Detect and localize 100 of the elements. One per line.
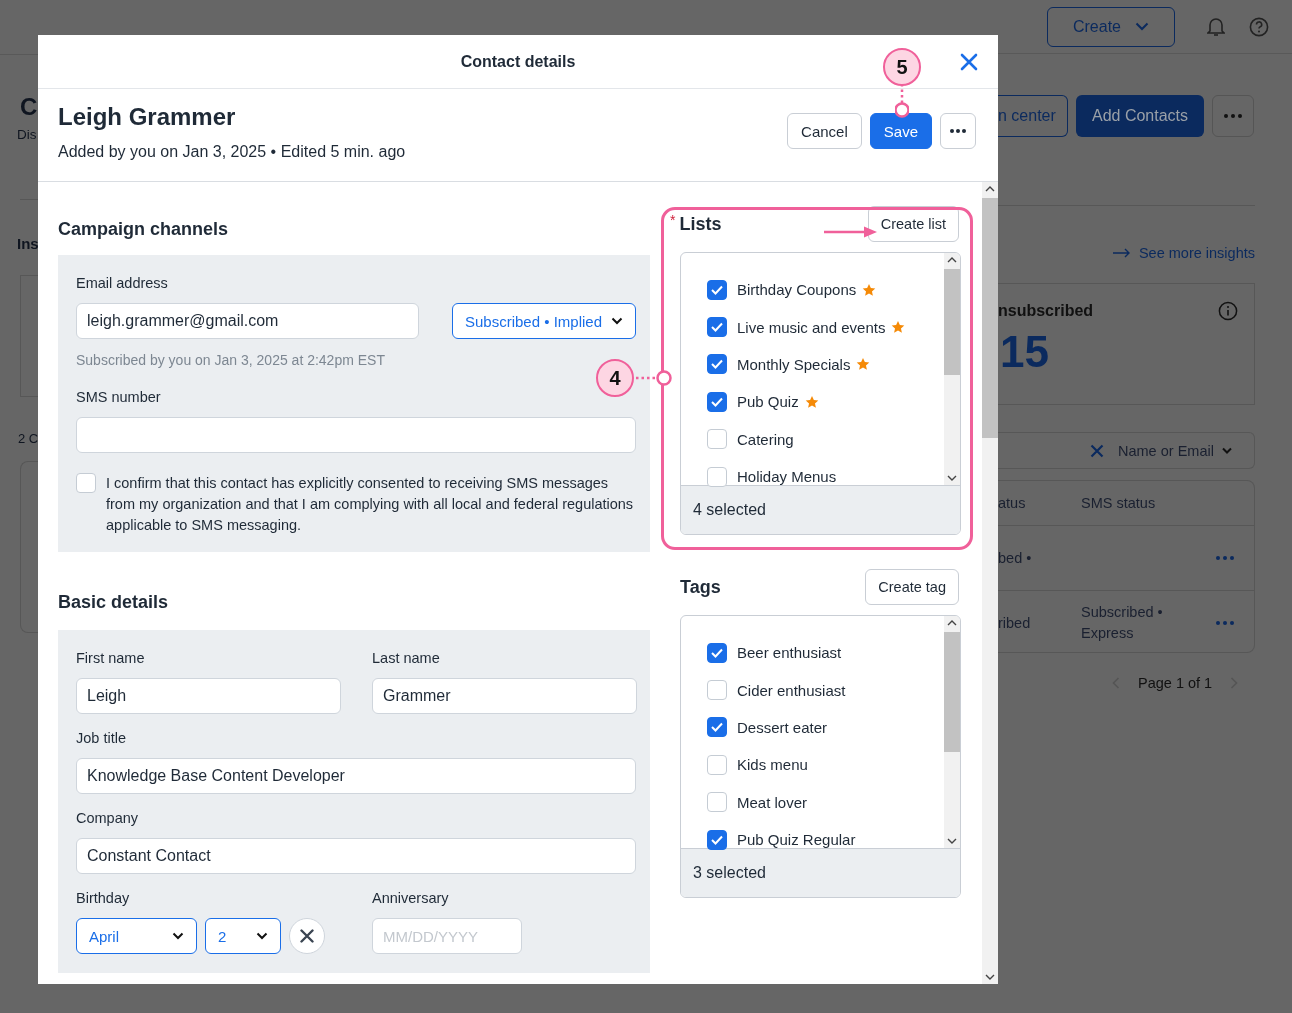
bell-icon[interactable] (1207, 16, 1225, 37)
close-icon (300, 929, 314, 943)
list-checkbox[interactable] (707, 391, 727, 412)
tag-checkbox[interactable] (707, 642, 727, 663)
list-name: Monthly Specials (737, 355, 851, 373)
anniversary-field[interactable]: MM/DD/YYYY (372, 918, 522, 954)
field-label: Last name (372, 650, 441, 668)
more-icon (950, 129, 966, 133)
save-button[interactable]: Save (869, 113, 932, 149)
clear-icon[interactable] (1090, 443, 1104, 458)
list-name: Holiday Menus (737, 468, 837, 486)
chevron-up-icon (985, 186, 995, 192)
column-header: atus (998, 495, 1027, 511)
scrollbar[interactable] (944, 253, 960, 485)
more-icon (1224, 114, 1242, 118)
list-name: Live music and events (737, 318, 886, 336)
tag-name: Cider enthusiast (737, 681, 846, 699)
consent-checkbox[interactable] (76, 473, 96, 493)
lists-heading: Lists (679, 213, 722, 235)
field-label: Birthday (76, 890, 131, 908)
list-name: Pub Quiz (737, 393, 799, 411)
chevron-down-icon (172, 932, 184, 940)
status-dropdown[interactable]: Subscribed • Implied (452, 303, 636, 339)
tag-checkbox[interactable] (707, 829, 727, 850)
tags-heading: Tags (680, 576, 721, 598)
tag-name: Meat lover (737, 793, 808, 811)
day-dropdown[interactable]: 2 (205, 918, 281, 954)
check-icon (711, 322, 723, 333)
check-icon (711, 396, 723, 407)
chevron-down-icon (611, 317, 623, 325)
page-title: C (20, 93, 38, 121)
search-bar[interactable]: Name or Email (998, 432, 1255, 469)
section-title: Ins (17, 235, 38, 254)
selection-count: 3 selected (681, 848, 960, 897)
tag-checkbox[interactable] (707, 754, 727, 775)
arrow-right-icon (1112, 248, 1131, 258)
selection-count: 4 selected (681, 485, 960, 534)
tag-checkbox[interactable] (707, 792, 727, 813)
tag-name: Beer enthusiast (737, 644, 842, 662)
company-field[interactable]: Constant Contact (76, 838, 636, 874)
create-list-button[interactable]: Create list (867, 206, 959, 242)
field-label: First name (76, 650, 146, 668)
close-icon[interactable] (960, 53, 978, 71)
add-contacts-button[interactable]: Add Contacts (1076, 95, 1204, 137)
list-checkbox[interactable] (707, 317, 727, 338)
contact-name: Leigh Grammer (58, 103, 237, 131)
section-heading: Basic details (58, 592, 170, 614)
filter-dropdown[interactable]: Name or Email (1118, 442, 1214, 459)
info-icon[interactable] (1218, 301, 1238, 321)
last-name-field[interactable]: Grammer (372, 678, 637, 714)
list-checkbox[interactable] (707, 429, 727, 450)
table-cell-text: ribed (998, 615, 1032, 631)
sms-field[interactable] (76, 417, 636, 453)
list-checkbox[interactable] (707, 279, 727, 300)
check-icon (711, 834, 723, 845)
help-icon[interactable] (1249, 16, 1269, 37)
list-name: Birthday Coupons (737, 281, 857, 299)
list-checkbox[interactable] (707, 466, 727, 487)
more-icon[interactable] (1216, 556, 1234, 560)
check-icon (711, 284, 723, 295)
page-subtitle: Dis (17, 127, 38, 144)
tag-name: Dessert eater (737, 718, 828, 736)
step-badge: 5 (883, 48, 921, 86)
contact-meta: Added by you on Jan 3, 2025 • Edited 5 min. ago (58, 143, 406, 161)
scrollbar[interactable] (944, 616, 960, 848)
list-name: Catering (737, 430, 794, 448)
consent-text: I confirm that this contact has explicitly consented to receiving SMS messages from my organization and that I am complying with all local and federal regulations applicable to SMS messaging. (106, 474, 635, 535)
leader-line (636, 370, 672, 386)
table-cell-text: bed • (998, 550, 1033, 566)
cancel-button[interactable]: Cancel (787, 113, 862, 149)
chevron-up-icon (947, 257, 957, 263)
field-label: Anniversary (372, 890, 450, 908)
tag-checkbox[interactable] (707, 680, 727, 701)
create-tag-button[interactable]: Create tag (865, 569, 959, 605)
chevron-down-icon (256, 932, 268, 940)
tag-checkbox[interactable] (707, 717, 727, 738)
tag-name: Pub Quiz Regular (737, 831, 856, 849)
column-header: SMS status (1081, 493, 1157, 513)
required-mark: * (670, 212, 676, 228)
field-label: Email address (76, 275, 169, 293)
first-name-field[interactable]: Leigh (76, 678, 341, 714)
stat-value: 15 (1000, 327, 1049, 378)
check-icon (711, 647, 723, 658)
email-field[interactable]: leigh.grammer@gmail.com (76, 303, 419, 339)
month-dropdown[interactable]: April (76, 918, 197, 954)
field-label: SMS number (76, 389, 162, 407)
page-indicator: Page 1 of 1 (1138, 675, 1213, 691)
chevron-up-icon (947, 620, 957, 626)
field-label: Job title (76, 730, 127, 748)
list-checkbox[interactable] (707, 354, 727, 375)
dialog-title: Contact details (460, 52, 576, 71)
clear-button[interactable] (289, 918, 325, 954)
arrow (824, 226, 878, 238)
job-title-field[interactable]: Knowledge Base Content Developer (76, 758, 636, 794)
more-icon[interactable] (1216, 621, 1234, 625)
subscription-note: Subscribed by you on Jan 3, 2025 at 2:42pm EST (76, 352, 386, 368)
scrollbar[interactable] (982, 182, 998, 984)
check-icon (711, 359, 723, 370)
table-cell: Subscribed • Express (1081, 604, 1163, 641)
chevron-down-icon (947, 838, 957, 844)
